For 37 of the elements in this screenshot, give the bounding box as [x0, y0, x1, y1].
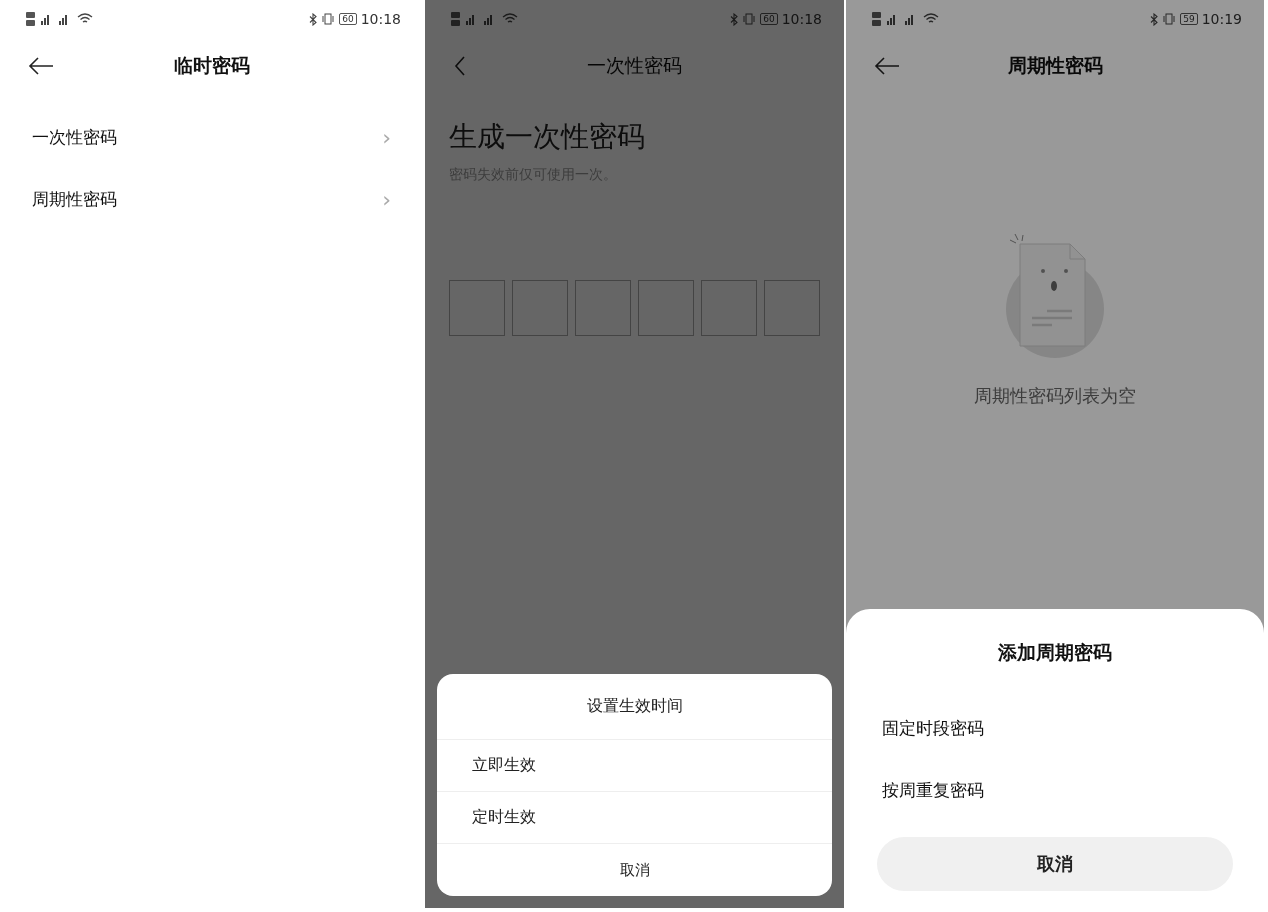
wifi-icon — [502, 13, 518, 25]
vibrate-icon — [742, 13, 757, 25]
code-digit-field[interactable] — [638, 280, 694, 336]
code-digit-field[interactable] — [701, 280, 757, 336]
page-title: 周期性密码 — [1007, 53, 1103, 78]
section-heading: 生成一次性密码 — [449, 119, 646, 155]
battery-level: 60 — [339, 13, 357, 25]
sim-icon — [26, 12, 35, 26]
code-digit-field[interactable] — [512, 280, 568, 336]
back-icon — [28, 56, 54, 76]
code-digit-field[interactable] — [575, 280, 631, 336]
status-time: 10:19 — [1201, 11, 1242, 27]
bluetooth-icon — [1150, 12, 1159, 26]
back-icon — [874, 56, 900, 76]
cancel-button[interactable]: 取消 — [437, 844, 832, 896]
chevron-icon: › — [382, 186, 391, 212]
back-icon — [453, 55, 467, 77]
status-time: 10:18 — [360, 11, 401, 27]
chevron-icon: › — [382, 124, 391, 150]
bluetooth-icon — [309, 12, 318, 26]
sim-icon — [872, 12, 881, 26]
sheet-title: 添加周期密码 — [997, 640, 1113, 665]
empty-state-text: 周期性密码列表为空 — [974, 384, 1136, 408]
page-title: 一次性密码 — [587, 53, 682, 78]
wifi-icon — [923, 13, 939, 25]
vibrate-icon — [1162, 13, 1177, 25]
battery-level: 59 — [1180, 13, 1198, 25]
page-title: 临时密码 — [173, 53, 250, 78]
wifi-icon — [77, 13, 93, 25]
vibrate-icon — [321, 13, 336, 25]
bluetooth-icon — [730, 12, 739, 26]
code-digit-field[interactable] — [764, 280, 820, 336]
cancel-button[interactable]: 取消 — [877, 837, 1233, 891]
code-digit-field[interactable] — [449, 280, 505, 336]
sim-icon — [451, 12, 460, 26]
battery-level: 60 — [760, 13, 778, 25]
status-time: 10:18 — [781, 11, 822, 27]
